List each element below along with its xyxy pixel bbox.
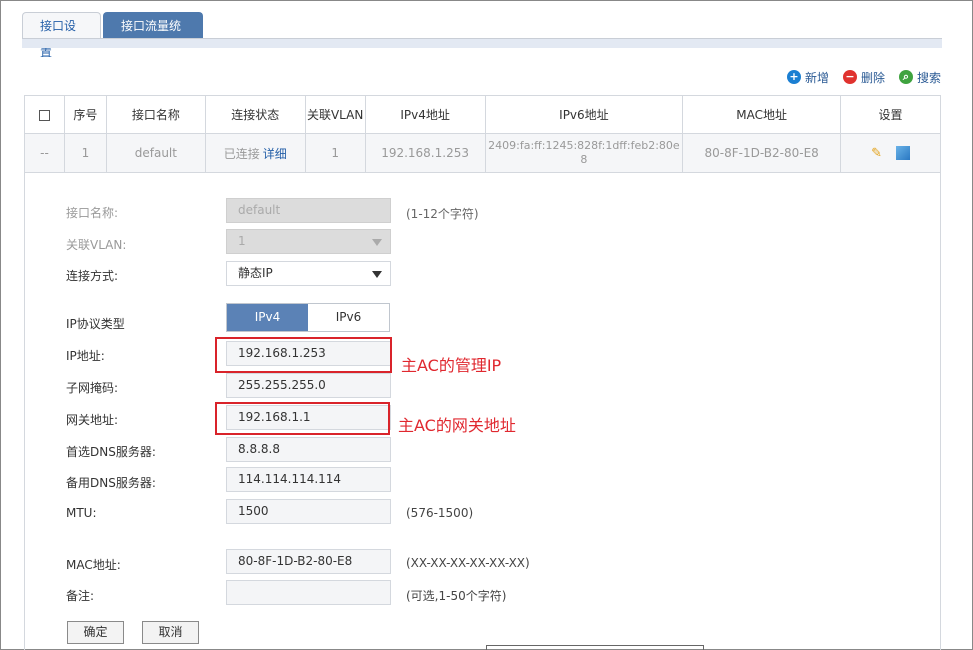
table-row: -- 1 default 已连接 详细 1 192.168.1.253 2409:… xyxy=(24,133,941,173)
row-settings: ✎ xyxy=(840,133,941,173)
search-label: 搜索 xyxy=(916,70,941,85)
magnifier-icon: ⌕ xyxy=(898,70,913,84)
mask-input[interactable]: 255.255.255.0 xyxy=(226,373,391,398)
tab-bar: 接口设置 接口流量统计 xyxy=(22,10,942,59)
bottom-edge-element xyxy=(486,645,704,650)
vlan-label: 关联VLAN: xyxy=(66,238,127,252)
remark-hint: (可选,1-50个字符) xyxy=(406,589,507,603)
add-label: 新增 xyxy=(804,70,829,85)
col-settings: 设置 xyxy=(840,95,941,134)
row-name: default xyxy=(105,133,206,173)
vlan-select: 1 xyxy=(226,229,391,254)
dns1-label: 首选DNS服务器: xyxy=(66,445,156,459)
interface-table: 序号 接口名称 连接状态 关联VLAN IPv4地址 IPv6地址 MAC地址 … xyxy=(24,95,941,173)
row-check: -- xyxy=(24,133,65,173)
search-button[interactable]: ⌕ 搜索 xyxy=(898,69,941,86)
col-vlan: 关联VLAN xyxy=(304,95,366,134)
mac-input[interactable]: 80-8F-1D-B2-80-E8 xyxy=(226,549,391,574)
mtu-input[interactable]: 1500 xyxy=(226,499,391,524)
tab-underline xyxy=(22,38,942,48)
tab-traffic-statistics[interactable]: 接口流量统计 xyxy=(103,12,203,59)
mode-select[interactable]: 静态IP xyxy=(226,261,391,286)
pencil-icon[interactable]: ✎ xyxy=(871,146,882,161)
ip-protocol-toggle: IPv4 IPv6 xyxy=(226,303,390,332)
tab-interface-settings[interactable]: 接口设置 xyxy=(22,12,101,59)
mac-hint: (XX-XX-XX-XX-XX-XX) xyxy=(406,556,530,570)
remark-input[interactable] xyxy=(226,580,391,605)
dns2-label: 备用DNS服务器: xyxy=(66,476,156,490)
mode-label: 连接方式: xyxy=(66,269,119,283)
ipv4-option[interactable]: IPv4 xyxy=(227,304,308,331)
gateway-highlight-box xyxy=(215,402,390,435)
name-input: default xyxy=(226,198,391,223)
dns1-input[interactable]: 8.8.8.8 xyxy=(226,437,391,462)
row-vlan: 1 xyxy=(304,133,366,173)
table-header-row: 序号 接口名称 连接状态 关联VLAN IPv4地址 IPv6地址 MAC地址 … xyxy=(24,95,941,134)
link-icon[interactable] xyxy=(895,146,910,160)
mode-value: 静态IP xyxy=(238,266,273,280)
detail-link[interactable]: 详细 xyxy=(263,147,287,161)
edit-panel xyxy=(24,172,941,650)
chevron-down-icon xyxy=(372,271,382,278)
row-mac: 80-8F-1D-B2-80-E8 xyxy=(682,133,842,173)
remark-label: 备注: xyxy=(66,589,95,603)
col-index: 序号 xyxy=(63,95,107,134)
row-ipv6: 2409:fa:ff:1245:828f:1dff:feb2:80e8 xyxy=(484,133,684,173)
confirm-button[interactable]: 确定 xyxy=(67,621,124,644)
gateway-label: 网关地址: xyxy=(66,413,119,427)
add-button[interactable]: + 新增 xyxy=(786,69,829,86)
row-ipv4: 192.168.1.253 xyxy=(364,133,486,173)
delete-label: 删除 xyxy=(860,70,885,85)
vlan-value: 1 xyxy=(238,234,246,248)
mtu-label: MTU: xyxy=(66,506,97,520)
row-index: 1 xyxy=(63,133,107,173)
chevron-down-icon xyxy=(372,239,382,246)
ip-annotation: 主AC的管理IP xyxy=(401,356,502,375)
proto-label: IP协议类型 xyxy=(66,317,125,331)
col-name: 接口名称 xyxy=(105,95,206,134)
gateway-annotation: 主AC的网关地址 xyxy=(398,416,516,435)
name-label: 接口名称: xyxy=(66,206,119,220)
dns2-input[interactable]: 114.114.114.114 xyxy=(226,467,391,492)
cancel-button[interactable]: 取消 xyxy=(142,621,199,644)
ipv6-option[interactable]: IPv6 xyxy=(308,304,389,331)
delete-button[interactable]: − 删除 xyxy=(842,69,885,86)
col-status: 连接状态 xyxy=(204,95,306,134)
col-mac: MAC地址 xyxy=(682,95,842,134)
mtu-hint: (576-1500) xyxy=(406,506,474,520)
minus-circle-icon: − xyxy=(842,70,857,84)
select-all-cell[interactable] xyxy=(24,95,65,134)
row-status: 已连接 详细 xyxy=(204,133,306,173)
toolbar: + 新增 − 删除 ⌕ 搜索 xyxy=(786,68,941,86)
col-ipv4: IPv4地址 xyxy=(364,95,486,134)
select-all-checkbox[interactable] xyxy=(38,109,50,121)
ip-highlight-box xyxy=(215,337,392,373)
name-hint: (1-12个字符) xyxy=(406,207,479,221)
plus-circle-icon: + xyxy=(786,70,801,84)
mac-label: MAC地址: xyxy=(66,558,121,572)
ip-label: IP地址: xyxy=(66,349,105,363)
status-text: 已连接 xyxy=(223,146,260,161)
mask-label: 子网掩码: xyxy=(66,381,119,395)
col-ipv6: IPv6地址 xyxy=(484,95,684,134)
